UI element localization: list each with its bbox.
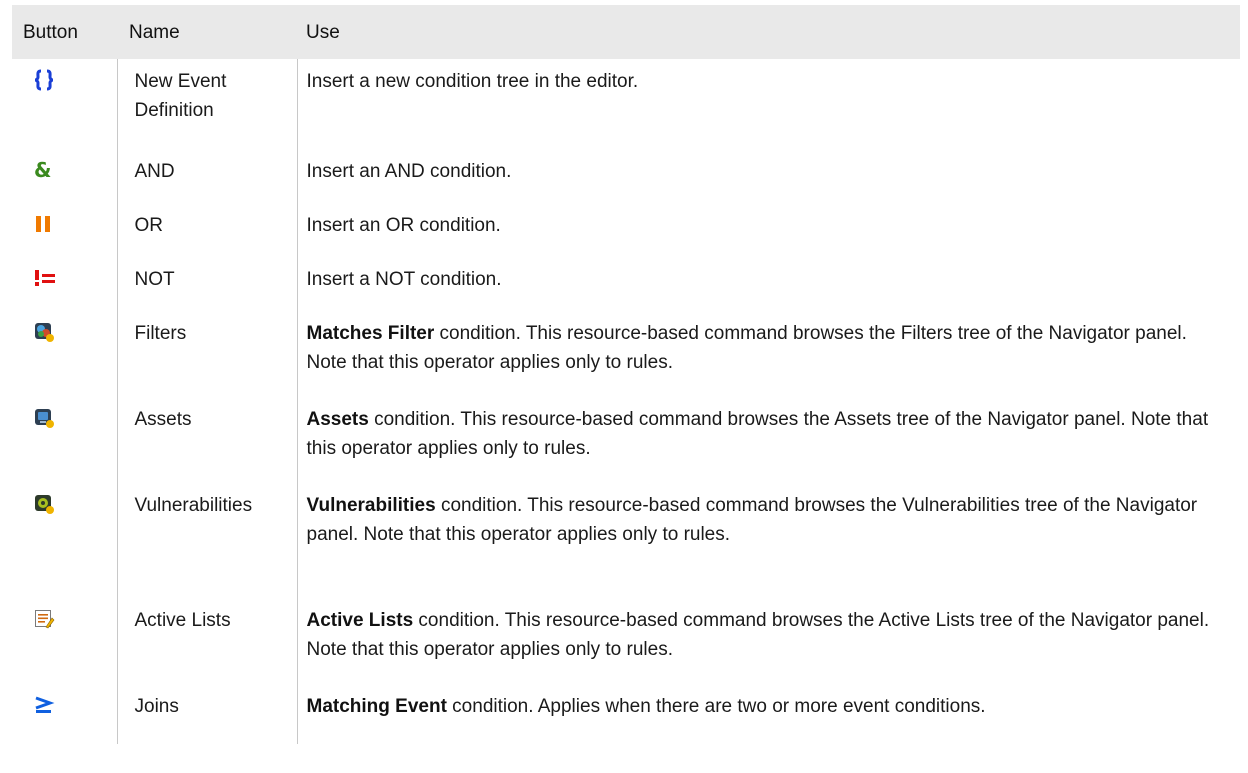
name-cell: OR [116, 203, 297, 257]
button-cell [12, 59, 117, 149]
use-cell: Insert a NOT condition. [296, 257, 1240, 311]
use-text: condition. This resource-based command b… [306, 495, 1198, 545]
table-row: New Event Definition Insert a new condit… [12, 59, 1240, 149]
use-term: Matching Event [306, 696, 447, 717]
table-header-row: Button Name Use [12, 5, 1240, 59]
filters-icon [33, 321, 54, 343]
use-text: condition. This resource-based command b… [306, 610, 1210, 660]
button-cell [12, 203, 117, 257]
use-term: Vulnerabilities [306, 495, 436, 516]
use-cell: Matches Filter condition. This resource-… [296, 311, 1240, 397]
button-cell [12, 483, 117, 598]
svg-text:&: & [34, 159, 51, 181]
assets-icon [33, 407, 54, 429]
button-cell [12, 598, 117, 684]
name-cell: AND [116, 149, 297, 203]
use-text: Insert an AND condition. [306, 161, 512, 182]
name-cell: New Event Definition [116, 59, 297, 149]
table-row: Assets Assets condition. This resource-b… [12, 397, 1240, 483]
name-cell: NOT [116, 257, 297, 311]
button-cell [12, 257, 117, 311]
name-cell: Joins [116, 684, 297, 744]
name-cell: Active Lists [116, 598, 297, 684]
joins-icon [33, 694, 55, 716]
use-text: condition. This resource-based command b… [306, 323, 1187, 373]
button-cell [12, 684, 117, 744]
column-header-use: Use [297, 5, 1240, 59]
table-row: Filters Matches Filter condition. This r… [12, 311, 1240, 397]
name-cell: Vulnerabilities [116, 483, 297, 598]
table-row: Vulnerabilities Vulnerabilities conditio… [12, 483, 1240, 598]
ampersand-icon: & [33, 159, 53, 181]
button-cell [12, 397, 117, 483]
use-cell: Matching Event condition. Applies when t… [296, 684, 1240, 744]
use-cell: Active Lists condition. This resource-ba… [296, 598, 1240, 684]
use-term: Assets [306, 409, 369, 430]
not-equal-icon [33, 267, 55, 289]
active-lists-icon [33, 608, 55, 630]
use-text: Insert a NOT condition. [306, 269, 502, 290]
use-text: condition. Applies when there are two or… [446, 696, 986, 717]
use-cell: Vulnerabilities condition. This resource… [296, 483, 1240, 598]
double-bar-icon [33, 213, 53, 235]
use-cell: Insert an AND condition. [296, 149, 1240, 203]
vulnerabilities-icon [33, 493, 54, 515]
button-cell: & [12, 149, 117, 203]
use-term: Active Lists [306, 610, 414, 631]
use-cell: Assets condition. This resource-based co… [296, 397, 1240, 483]
use-text: Insert a new condition tree in the edito… [306, 71, 639, 92]
button-cell [12, 311, 117, 397]
name-cell: Filters [116, 311, 297, 397]
use-text: Insert an OR condition. [306, 215, 501, 236]
use-cell: Insert a new condition tree in the edito… [296, 59, 1240, 149]
curly-braces-icon [33, 69, 54, 91]
column-header-button: Button [12, 5, 117, 59]
table-row: & AND Insert an AND condition. [12, 149, 1240, 203]
use-term: Matches Filter [306, 323, 435, 344]
use-text: condition. This resource-based command b… [306, 409, 1209, 459]
button-reference-table: Button Name Use New Event Definition Ins… [12, 5, 1240, 744]
use-cell: Insert an OR condition. [296, 203, 1240, 257]
table-row: OR Insert an OR condition. [12, 203, 1240, 257]
name-cell: Assets [116, 397, 297, 483]
column-header-name: Name [117, 5, 297, 59]
table-row: Joins Matching Event condition. Applies … [12, 684, 1240, 744]
table-row: Active Lists Active Lists condition. Thi… [12, 598, 1240, 684]
table-row: NOT Insert a NOT condition. [12, 257, 1240, 311]
